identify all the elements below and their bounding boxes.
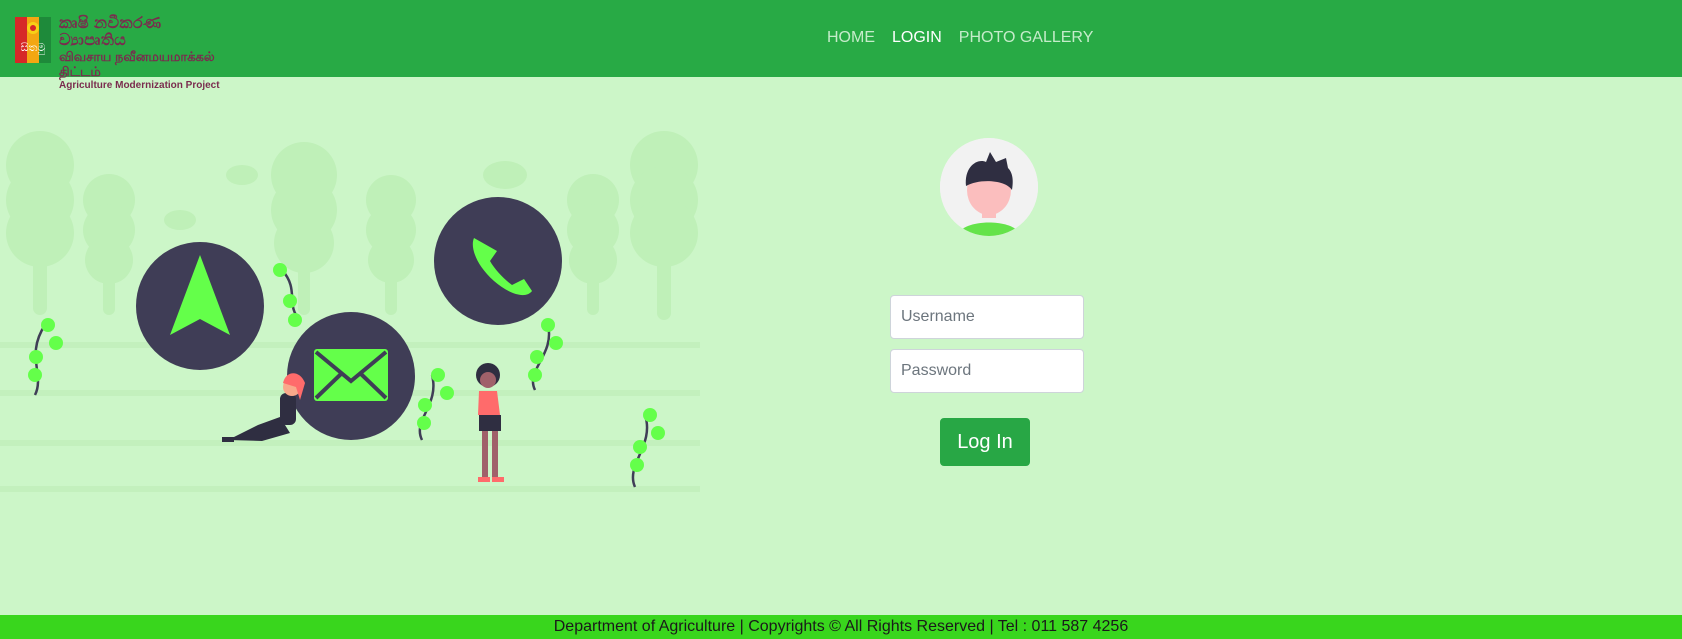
top-navbar: සිතමු කෘෂි නවීකරණ ව්‍යාපෘතිය விவசாய நவீன…: [0, 0, 1682, 91]
logo-mark-text: සිතමු: [21, 41, 46, 54]
phone-bubble: [434, 197, 562, 325]
username-input[interactable]: [890, 295, 1084, 339]
user-avatar: [940, 138, 1038, 236]
main-nav: HOME LOGIN PHOTO GALLERY: [827, 28, 1093, 48]
navigation-arrow-bubble: [136, 242, 264, 370]
logo-text: කෘෂි නවීකරණ ව්‍යාපෘතිය விவசாய நவீனமயமாக்…: [59, 15, 229, 92]
contact-illustration: [0, 131, 700, 492]
logo-line-sinhala: කෘෂි නවීකරණ ව්‍යාපෘතිය: [59, 15, 162, 49]
logo-emblem-icon: සිතමු: [15, 17, 51, 63]
user-avatar-icon: [940, 138, 1038, 236]
logo-line-tamil: விவசாய நவீனமயமாக்கல் திட்டம்: [59, 49, 215, 79]
footer-text: Department of Agriculture | Copyrights ©…: [553, 618, 1129, 635]
mail-icon: [314, 349, 388, 401]
page-footer: Department of Agriculture | Copyrights ©…: [0, 615, 1682, 639]
nav-home-link[interactable]: HOME: [827, 28, 875, 48]
nav-photo-gallery-link[interactable]: PHOTO GALLERY: [959, 28, 1094, 48]
background-trees: [6, 131, 698, 320]
login-button[interactable]: Log In: [940, 418, 1030, 466]
mail-bubble: [287, 312, 415, 440]
nav-login-link[interactable]: LOGIN: [892, 28, 942, 48]
standing-person: [476, 363, 504, 482]
password-input[interactable]: [890, 349, 1084, 393]
logo-line-english: Agriculture Modernization Project: [59, 80, 220, 91]
sitting-person: [222, 373, 305, 442]
project-logo[interactable]: සිතමු කෘෂි නවීකරණ ව්‍යාපෘතිය விவசாய நவீன…: [15, 15, 220, 91]
